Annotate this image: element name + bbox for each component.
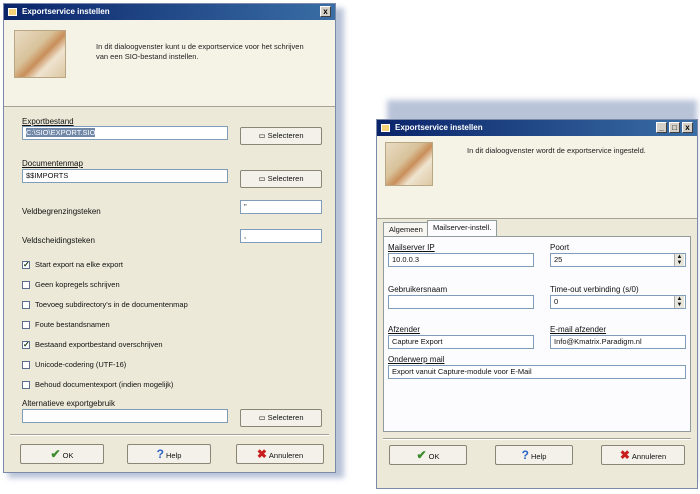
left-dialog: Exportservice instellen x In dit dialoog… [3, 3, 336, 473]
ok-button[interactable]: ✔ OK [20, 444, 104, 464]
help-button[interactable]: ? Help [495, 445, 573, 465]
left-title: Exportservice instellen [22, 7, 110, 16]
right-description: In dit dialoogvenster wordt de exportser… [467, 146, 646, 155]
checkbox-label: Unicode-codering (UTF-16) [35, 360, 127, 369]
field-delimiter-label: Veldscheidingsteken [22, 236, 95, 245]
alt-export-label: Alternatieve exportgebruik [22, 399, 115, 408]
checkbox-start-export[interactable]: ✓ [22, 261, 30, 269]
banner-image [14, 30, 66, 78]
checkbox-label: Behoud documentexport (indien mogelijk) [35, 380, 174, 389]
checkbox-subdirectories[interactable] [22, 301, 30, 309]
right-title: Exportservice instellen [395, 123, 483, 132]
spinner-icon[interactable]: ▲ ▼ [674, 296, 684, 308]
document-folder-input[interactable]: $$IMPORTS [22, 169, 228, 183]
folder-icon: ▭ [258, 413, 268, 422]
checkbox-label: Start export na elke export [35, 260, 123, 269]
footer-divider [383, 438, 691, 440]
checkbox-no-headers[interactable] [22, 281, 30, 289]
username-input[interactable] [388, 295, 534, 309]
left-titlebar: Exportservice instellen x [4, 4, 335, 20]
minimize-icon[interactable]: _ [656, 122, 667, 133]
footer-divider [10, 434, 329, 436]
close-icon[interactable]: x [682, 122, 693, 133]
left-description: In dit dialoogvenster kunt u de exportse… [96, 42, 304, 61]
document-folder-label: Documentenmap [22, 159, 83, 168]
sender-label: Afzender [388, 325, 421, 334]
folder-icon: ▭ [258, 174, 268, 183]
checkbox-label: Geen kopregels schrijven [35, 280, 120, 289]
tab-mailserver[interactable]: Mailserver-instell. [427, 220, 498, 236]
right-dialog: Exportservice instellen _ □ x In dit dia… [376, 119, 698, 489]
tab-panel: Mailserver IP 10.0.0.3 Poort 25 ▲ ▼ Gebru… [383, 236, 691, 432]
subject-label: Onderwerp mail [388, 355, 445, 364]
field-separator-label: Veldbegrenzingsteken [22, 207, 101, 216]
port-input[interactable]: 25 ▲ ▼ [550, 253, 686, 267]
mailserver-ip-label: Mailserver IP [388, 243, 435, 252]
checkbox-wrong-filenames[interactable] [22, 321, 30, 329]
cancel-button[interactable]: ✖ Annuleren [601, 445, 685, 465]
checkmark-icon: ✔ [416, 448, 427, 462]
field-delimiter-input[interactable]: , [240, 229, 322, 243]
app-icon [8, 8, 17, 16]
cross-icon: ✖ [619, 448, 630, 462]
banner-image [385, 142, 433, 186]
checkmark-icon: ✔ [50, 447, 61, 461]
folder-icon: ▭ [258, 131, 268, 140]
sender-email-label: E-mail afzender [550, 325, 607, 334]
field-separator-input[interactable]: " [240, 200, 322, 214]
right-titlebar: Exportservice instellen _ □ x [377, 120, 697, 136]
question-icon: ? [521, 448, 529, 462]
timeout-input[interactable]: 0 ▲ ▼ [550, 295, 686, 309]
checkbox-unicode[interactable] [22, 361, 30, 369]
left-banner: In dit dialoogvenster kunt u de exportse… [4, 20, 335, 107]
checkbox-overwrite[interactable]: ✓ [22, 341, 30, 349]
username-label: Gebruikersnaam [388, 285, 448, 294]
checkbox-keep-export[interactable] [22, 381, 30, 389]
export-file-input[interactable]: C:\SIO\EXPORT.SIO [22, 126, 228, 140]
spinner-icon[interactable]: ▲ ▼ [674, 254, 684, 266]
close-icon[interactable]: x [320, 6, 331, 17]
cross-icon: ✖ [256, 447, 267, 461]
select-folder-button[interactable]: ▭ Selecteren [240, 170, 322, 188]
mailserver-ip-input[interactable]: 10.0.0.3 [388, 253, 534, 267]
port-label: Poort [550, 243, 570, 252]
ok-button[interactable]: ✔ OK [389, 445, 467, 465]
right-banner: In dit dialoogvenster wordt de exportser… [377, 136, 697, 219]
question-icon: ? [156, 447, 164, 461]
checkbox-label: Toevoeg subdirectory's in de documentenm… [35, 300, 188, 309]
sender-email-input[interactable]: Info@Kmatrix.Paradigm.nl [550, 335, 686, 349]
select-alt-button[interactable]: ▭ Selecteren [240, 409, 322, 427]
subject-input[interactable]: Export vanuit Capture-module voor E-Mail [388, 365, 686, 379]
sender-input[interactable]: Capture Export [388, 335, 534, 349]
alt-export-input[interactable] [22, 409, 228, 423]
cancel-button[interactable]: ✖ Annuleren [236, 444, 324, 464]
export-file-label: Exportbestand [22, 117, 74, 126]
help-button[interactable]: ? Help [127, 444, 211, 464]
checkbox-label: Bestaand exportbestand overschrijven [35, 340, 163, 349]
checkbox-label: Foute bestandsnamen [35, 320, 110, 329]
tab-general[interactable]: Algemeen [383, 222, 429, 236]
timeout-label: Time-out verbinding (s/0) [550, 285, 639, 294]
select-export-button[interactable]: ▭ Selecteren [240, 127, 322, 145]
maximize-icon[interactable]: □ [669, 122, 680, 133]
app-icon [381, 124, 390, 132]
